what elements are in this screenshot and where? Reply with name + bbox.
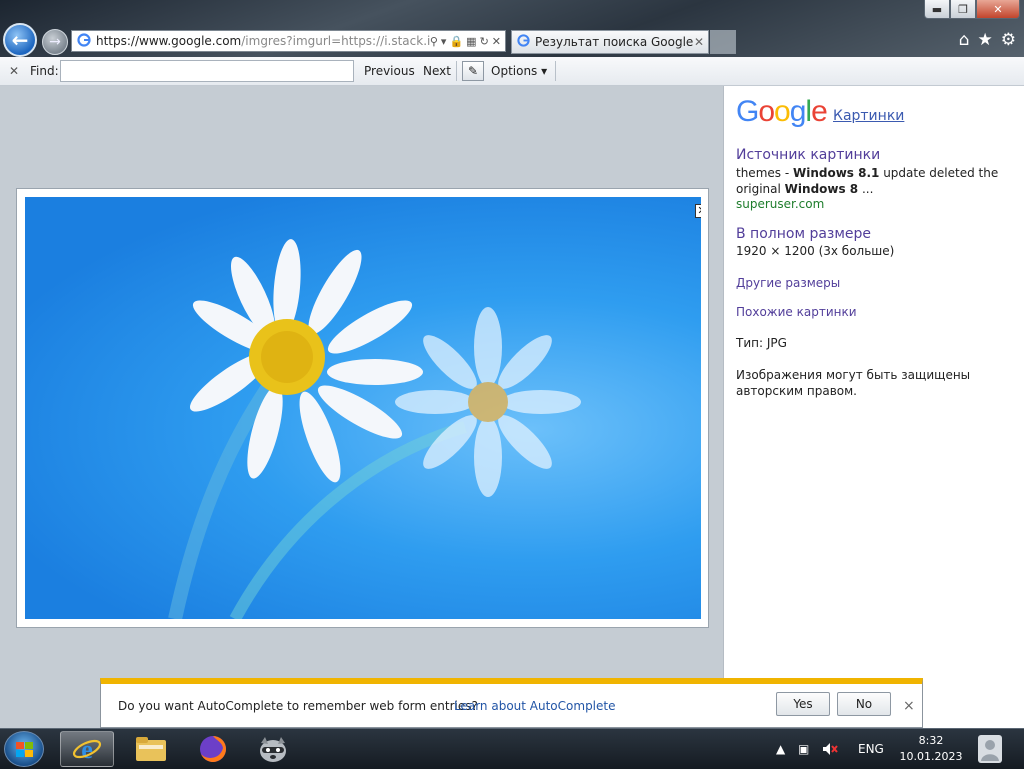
chevron-up-icon: ▲ <box>776 742 786 756</box>
google-favicon-icon <box>76 32 92 50</box>
network-icon[interactable]: ▣ <box>798 729 809 769</box>
forward-button[interactable]: → <box>42 29 68 55</box>
clock[interactable]: 8:32 10.01.2023 <box>896 733 966 765</box>
new-tab-button[interactable] <box>710 30 736 54</box>
daisy-photo <box>168 239 581 619</box>
yes-button[interactable]: Yes <box>776 692 830 716</box>
settings-icon[interactable]: ⚙ <box>1001 30 1016 50</box>
user-avatar[interactable] <box>972 731 1008 767</box>
google-logo-letter: e <box>811 95 828 128</box>
image-preview-frame: ✕ <box>16 188 709 628</box>
image-type: Тип: JPG <box>736 336 787 350</box>
images-link[interactable]: Картинки <box>833 108 904 124</box>
source-site: superuser.com <box>736 197 825 211</box>
clock-date: 10.01.2023 <box>899 750 963 763</box>
find-options-button[interactable]: Options ▾ <box>491 64 547 78</box>
maximize-button[interactable]: ❐ <box>950 0 976 19</box>
address-bar[interactable]: https://www.google.com/imgres?imgurl=htt… <box>71 30 506 52</box>
url-host: www.google.com <box>139 34 242 48</box>
google-logo-letter: o <box>758 95 775 128</box>
desc-text: ... <box>858 182 874 196</box>
favorites-icon[interactable]: ★ <box>978 30 993 50</box>
tab-search-result[interactable]: Результат поиска Google д... ✕ <box>511 30 709 54</box>
taskbar: e ▲ ▣ ENG 8:32 10.01.2023 <box>0 728 1024 769</box>
google-favicon-icon <box>517 34 531 50</box>
internet-explorer-icon: e <box>72 735 102 764</box>
compat-view-icon[interactable]: ▦ <box>466 35 476 48</box>
desc-bold: Windows 8.1 <box>792 166 880 180</box>
address-tools: ⚲ ▾ 🔒 ▦ ↻ ✕ <box>430 35 501 48</box>
back-button[interactable]: ← <box>3 23 37 57</box>
url-path: /imgres?imgurl=https://i.stack.in <box>241 34 430 48</box>
windows-logo-icon <box>16 742 34 758</box>
learn-autocomplete-link[interactable]: Learn about AutoComplete <box>454 699 615 713</box>
stop-icon[interactable]: ✕ <box>492 35 501 48</box>
show-hidden-icons[interactable]: ▲ <box>776 729 785 769</box>
no-button[interactable]: No <box>837 692 891 716</box>
dropdown-icon[interactable]: ▾ <box>441 35 447 48</box>
address-url: https://www.google.com/imgres?imgurl=htt… <box>96 34 430 48</box>
find-options-label: Options <box>491 64 538 78</box>
source-title-link[interactable]: Источник картинки <box>736 147 880 163</box>
autocomplete-notification: Do you want AutoComplete to remember web… <box>100 678 923 728</box>
clock-time: 8:32 <box>918 734 944 747</box>
browser-chrome: ▬ ❐ ✕ ← → https://www.google.com/imgres?… <box>0 0 1024 57</box>
svg-text:e: e <box>81 735 93 764</box>
volume-muted-icon[interactable] <box>822 729 838 769</box>
desc-bold: Windows 8 <box>784 182 859 196</box>
folder-icon <box>136 737 166 761</box>
close-notification-icon[interactable]: × <box>903 698 915 714</box>
close-tab-icon[interactable]: ✕ <box>694 35 708 49</box>
tab-title: Результат поиска Google д... <box>535 35 694 49</box>
toolbar-right: ⌂ ★ ⚙ <box>959 30 1016 50</box>
google-logo-letter: o <box>774 95 791 128</box>
taskbar-file-explorer[interactable] <box>124 731 178 767</box>
taskbar-internet-explorer[interactable]: e <box>60 731 114 767</box>
find-previous-button[interactable]: Previous <box>364 64 415 78</box>
full-size-dimensions: 1920 × 1200 (3x больше) <box>736 244 895 258</box>
window-controls: ▬ ❐ ✕ <box>924 0 1020 19</box>
image-info-panel: Google Картинки Источник картинки themes… <box>723 86 1024 728</box>
close-preview-button[interactable]: ✕ <box>695 204 701 218</box>
user-icon <box>978 735 1002 763</box>
autocomplete-message: Do you want AutoComplete to remember web… <box>118 699 478 713</box>
url-scheme: https:// <box>96 34 140 48</box>
find-label: Find: <box>30 64 59 78</box>
highlight-icon[interactable]: ✎ <box>462 61 484 81</box>
find-bar: ✕ Find: Previous Next ✎ Options ▾ <box>0 57 1024 86</box>
full-size-link[interactable]: В полном размере <box>736 226 871 242</box>
lock-icon[interactable]: 🔒 <box>449 35 463 48</box>
language-indicator[interactable]: ENG <box>858 729 884 769</box>
start-button[interactable] <box>4 731 44 767</box>
refresh-icon[interactable]: ↻ <box>480 35 489 48</box>
google-logo[interactable]: Google <box>736 95 828 129</box>
google-logo-letters: Google <box>736 95 828 128</box>
image-viewer-area: ✕ <box>0 86 723 728</box>
google-logo-letter: g <box>789 95 807 128</box>
preview-image[interactable]: ✕ <box>25 197 701 619</box>
source-description: themes - Windows 8.1 update deleted the … <box>736 165 1006 197</box>
chevron-down-icon: ▾ <box>541 64 548 78</box>
find-input[interactable] <box>60 60 354 82</box>
google-logo-letter: G <box>736 95 759 128</box>
firefox-icon <box>200 736 226 762</box>
minimize-button[interactable]: ▬ <box>924 0 950 19</box>
desc-text: themes - <box>736 166 793 180</box>
similar-images-link[interactable]: Похожие картинки <box>736 305 857 319</box>
copyright-notice: Изображения могут быть защищены авторски… <box>736 368 971 398</box>
home-icon[interactable]: ⌂ <box>959 30 970 50</box>
taskbar-raccoon-app[interactable] <box>246 731 300 767</box>
close-find-icon[interactable]: ✕ <box>9 64 19 78</box>
search-icon[interactable]: ⚲ <box>430 35 438 48</box>
other-sizes-link[interactable]: Другие размеры <box>736 276 840 290</box>
close-window-button[interactable]: ✕ <box>976 0 1020 19</box>
raccoon-icon <box>260 737 286 762</box>
taskbar-firefox[interactable] <box>186 731 240 767</box>
arrow-left-icon: ← <box>11 28 29 52</box>
find-next-button[interactable]: Next <box>423 64 451 78</box>
arrow-right-icon: → <box>49 34 61 50</box>
divider <box>555 61 556 81</box>
divider <box>456 61 457 81</box>
